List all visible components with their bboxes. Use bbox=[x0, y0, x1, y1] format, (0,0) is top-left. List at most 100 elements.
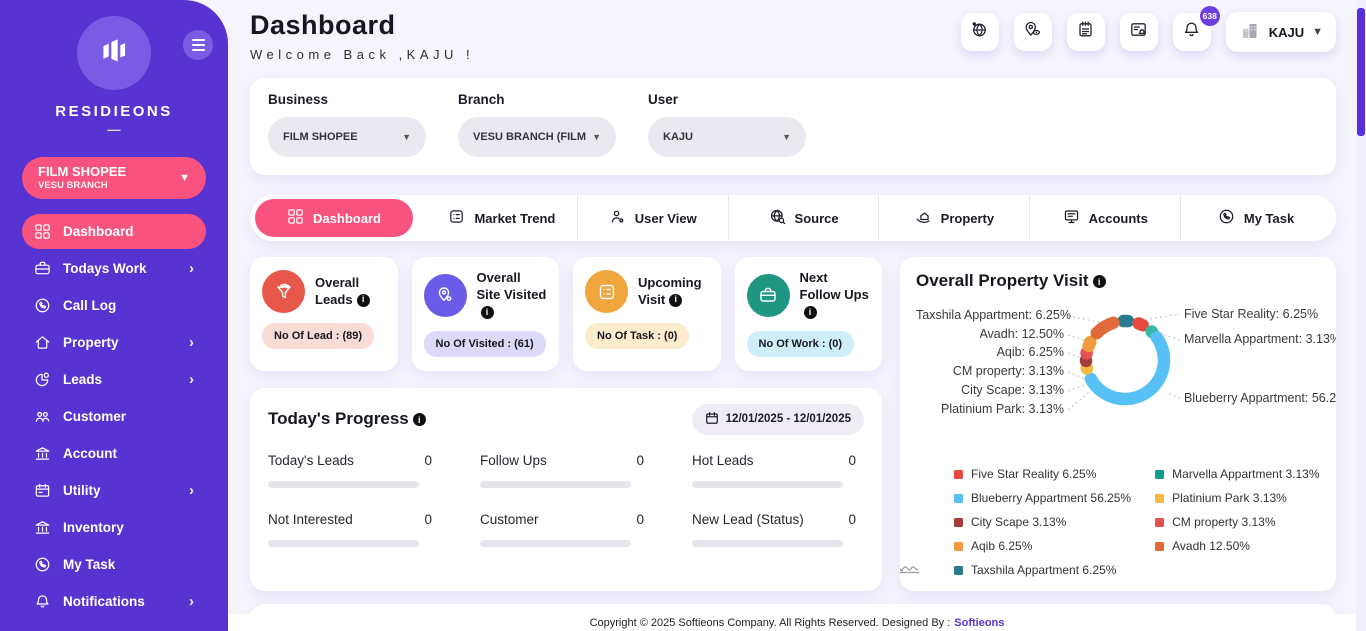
sidebar-item-todays-work[interactable]: Todays Work › bbox=[22, 251, 206, 286]
legend-item[interactable]: Taxshila Appartment 6.25% bbox=[954, 563, 1131, 577]
sidebar-item-dashboard[interactable]: Dashboard bbox=[22, 214, 206, 249]
progress-bar bbox=[692, 540, 843, 547]
notepad-button[interactable] bbox=[1067, 13, 1105, 51]
legend-swatch bbox=[1155, 494, 1164, 503]
stat-card-title: Next Follow Upsi bbox=[800, 270, 871, 321]
legend-item[interactable]: CM property 3.13% bbox=[1155, 515, 1319, 529]
softieons-link[interactable]: Softieons bbox=[954, 617, 1004, 629]
notifications-button[interactable]: 638 bbox=[1173, 13, 1211, 51]
info-icon[interactable]: i bbox=[669, 294, 682, 307]
legend-item[interactable]: Blueberry Appartment 56.25% bbox=[954, 491, 1131, 505]
tab-market-trend[interactable]: Market Trend bbox=[427, 195, 578, 241]
brand-logo bbox=[77, 16, 151, 90]
tab-label: Dashboard bbox=[313, 211, 381, 226]
sidebar-item-leads[interactable]: Leads › bbox=[22, 362, 206, 397]
info-icon[interactable]: i bbox=[804, 306, 817, 319]
globe-leads-button[interactable] bbox=[961, 13, 999, 51]
app-window: RESIDIEONS — FILM SHOPEE VESU BRANCH ▼ D… bbox=[0, 0, 1366, 631]
tab-label: Market Trend bbox=[474, 211, 555, 226]
sidebar-item-customer[interactable]: Customer bbox=[22, 399, 206, 434]
sidebar-item-inventory[interactable]: Inventory bbox=[22, 510, 206, 545]
branch-select[interactable]: VESU BRANCH (FILM ... ▼ bbox=[458, 117, 616, 157]
sidebar-item-my-task[interactable]: My Task bbox=[22, 547, 206, 582]
business-select[interactable]: FILM SHOPEE ▼ bbox=[268, 117, 426, 157]
branch-select-value: VESU BRANCH (FILM ... bbox=[473, 131, 586, 143]
legend-item[interactable]: Avadh 12.50% bbox=[1155, 539, 1319, 553]
main-content: Dashboard Welcome Back ,KAJU ! 6 bbox=[228, 0, 1366, 631]
sidebar-item-label: Property bbox=[63, 335, 119, 350]
info-icon[interactable]: i bbox=[413, 413, 426, 426]
user-select[interactable]: KAJU ▼ bbox=[648, 117, 806, 157]
globe-search-icon bbox=[769, 208, 786, 228]
chevron-right-icon: › bbox=[189, 482, 194, 499]
location-eye-icon bbox=[424, 274, 467, 317]
tab-property[interactable]: Property bbox=[879, 195, 1030, 241]
branch-selector-business: FILM SHOPEE bbox=[38, 164, 179, 179]
sidebar-item-call-log[interactable]: Call Log bbox=[22, 288, 206, 323]
legend-item[interactable]: Five Star Reality 6.25% bbox=[954, 467, 1131, 481]
progress-bar bbox=[480, 481, 631, 488]
chevron-down-icon: ▼ bbox=[179, 172, 190, 184]
user-name: KAJU bbox=[1269, 25, 1304, 40]
calendar-icon bbox=[705, 411, 719, 428]
task-phone-icon bbox=[34, 556, 51, 573]
info-icon[interactable]: i bbox=[1093, 275, 1106, 288]
legend-item[interactable]: City Scape 3.13% bbox=[954, 515, 1131, 529]
metric-value: 0 bbox=[424, 453, 432, 468]
metric-todays-leads: Today's Leads0 bbox=[268, 453, 440, 488]
grid-icon bbox=[34, 223, 51, 240]
tab-label: My Task bbox=[1244, 211, 1294, 226]
legend-item[interactable]: Platinium Park 3.13% bbox=[1155, 491, 1319, 505]
legend-item[interactable]: Aqib 6.25% bbox=[954, 539, 1131, 553]
metric-label: Hot Leads bbox=[692, 453, 754, 468]
stat-card-next-follow-ups: Next Follow Upsi No Of Work : (0) bbox=[735, 257, 883, 371]
date-range-picker[interactable]: 12/01/2025 - 12/01/2025 bbox=[692, 404, 864, 435]
chart-callout: Platinium Park: 3.13% bbox=[916, 402, 1064, 416]
overall-property-visit-panel: Overall Property Visiti Taxshila Appartm… bbox=[900, 257, 1336, 591]
sidebar-item-account[interactable]: Account bbox=[22, 436, 206, 471]
hamburger-menu-button[interactable] bbox=[183, 30, 213, 60]
tab-dashboard[interactable]: Dashboard bbox=[255, 199, 413, 237]
vertical-scrollbar[interactable] bbox=[1356, 0, 1366, 631]
sidebar-item-notifications[interactable]: Notifications › bbox=[22, 584, 206, 619]
stat-card-upcoming-visit: Upcoming Visiti No Of Task : (0) bbox=[573, 257, 721, 371]
notepad-icon bbox=[1076, 20, 1095, 44]
header-actions: 638 KAJU ▼ bbox=[961, 12, 1336, 52]
bell-icon bbox=[1182, 20, 1201, 44]
sidebar-item-label: Inventory bbox=[63, 520, 124, 535]
chevron-down-icon: ▼ bbox=[592, 132, 601, 142]
sidebar-item-label: Todays Work bbox=[63, 261, 147, 276]
date-range-value: 12/01/2025 - 12/01/2025 bbox=[726, 413, 851, 425]
sidebar-item-property[interactable]: Property › bbox=[22, 325, 206, 360]
metric-hot-leads: Hot Leads0 bbox=[692, 453, 864, 488]
report-bell-button[interactable] bbox=[1120, 13, 1158, 51]
tab-my-task[interactable]: My Task bbox=[1181, 195, 1331, 241]
business-select-value: FILM SHOPEE bbox=[283, 131, 358, 143]
home-icon bbox=[34, 334, 51, 351]
progress-bar bbox=[480, 540, 631, 547]
info-icon[interactable]: i bbox=[357, 294, 370, 307]
user-menu-button[interactable]: KAJU ▼ bbox=[1226, 12, 1336, 52]
stat-card-row: Overall Leadsi No Of Lead : (89) Overall… bbox=[250, 257, 882, 371]
user-filter: User KAJU ▼ bbox=[648, 92, 806, 157]
stat-card-overall-leads: Overall Leadsi No Of Lead : (89) bbox=[250, 257, 398, 371]
metric-label: Customer bbox=[480, 512, 539, 527]
sidebar-item-utility[interactable]: Utility › bbox=[22, 473, 206, 508]
legend-swatch bbox=[1155, 542, 1164, 551]
briefcase-icon bbox=[34, 260, 51, 277]
legend-item[interactable]: Marvella Appartment 3.13% bbox=[1155, 467, 1319, 481]
metric-new-lead-status: New Lead (Status)0 bbox=[692, 512, 864, 547]
user-select-value: KAJU bbox=[663, 131, 693, 143]
info-icon[interactable]: i bbox=[481, 306, 494, 319]
brand-dash: — bbox=[0, 122, 228, 137]
scrollbar-thumb[interactable] bbox=[1357, 8, 1365, 136]
sidebar-item-label: Call Log bbox=[63, 298, 116, 313]
branch-selector[interactable]: FILM SHOPEE VESU BRANCH ▼ bbox=[22, 157, 206, 199]
site-visit-button[interactable] bbox=[1014, 13, 1052, 51]
notification-count-badge: 638 bbox=[1200, 6, 1220, 26]
tab-user-view[interactable]: User View bbox=[578, 195, 729, 241]
donut-plot[interactable] bbox=[1065, 300, 1185, 420]
calendar-icon bbox=[34, 482, 51, 499]
tab-source[interactable]: Source bbox=[729, 195, 880, 241]
tab-accounts[interactable]: Accounts bbox=[1030, 195, 1181, 241]
